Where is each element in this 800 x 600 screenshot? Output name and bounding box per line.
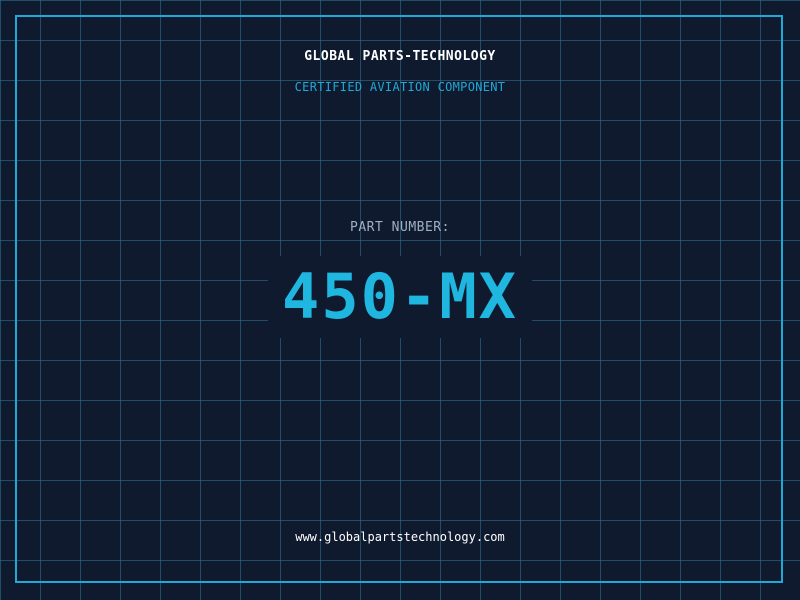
certification-tagline: CERTIFIED AVIATION COMPONENT — [294, 80, 506, 94]
part-number-container: 450-MX — [0, 256, 800, 338]
company-name: GLOBAL PARTS-TECHNOLOGY — [304, 49, 496, 64]
part-number-label: PART NUMBER: — [350, 220, 450, 235]
website-link[interactable]: www.globalpartstechnology.com — [0, 530, 800, 544]
label-card: GLOBAL PARTS-TECHNOLOGY CERTIFIED AVIATI… — [0, 0, 800, 600]
part-number-value: 450-MX — [268, 256, 532, 338]
